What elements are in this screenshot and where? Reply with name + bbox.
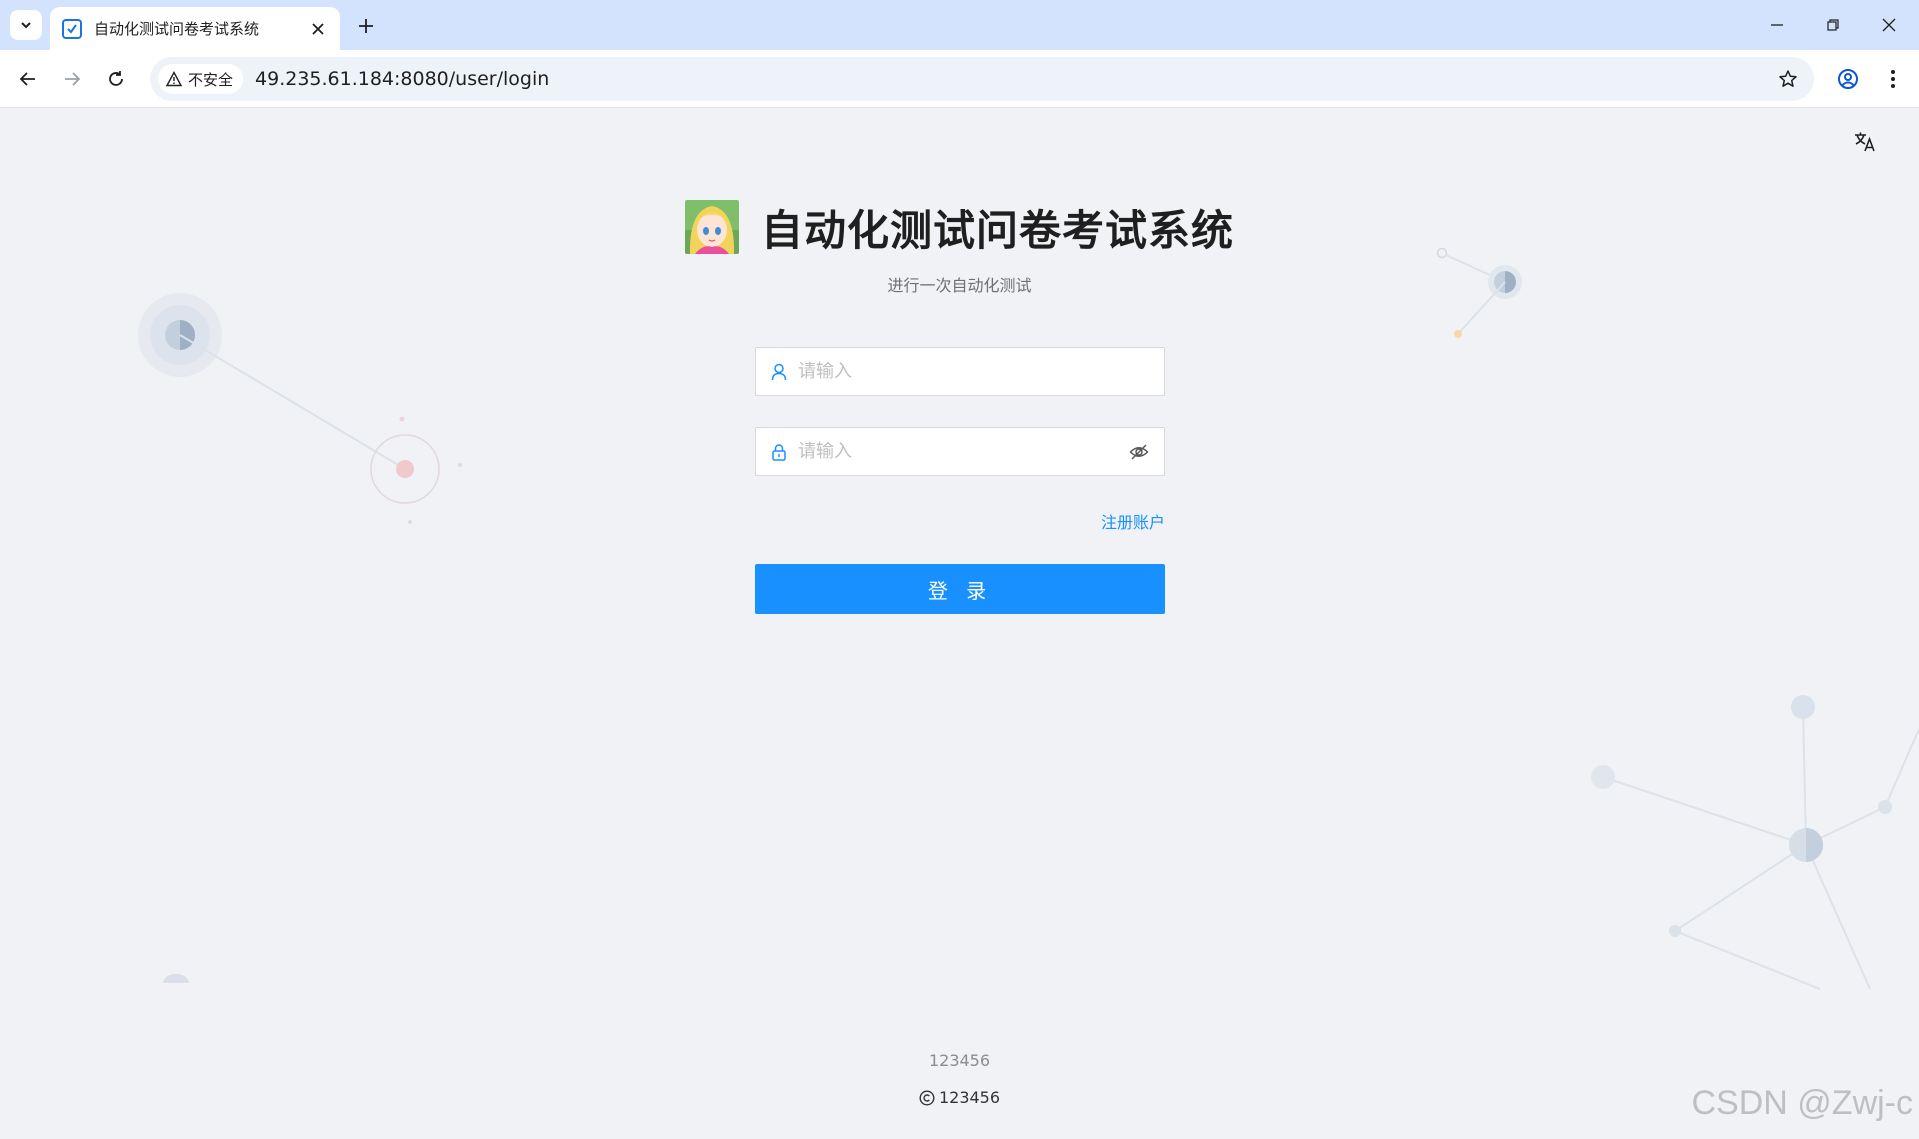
tab-title: 自动化测试问卷考试系统	[94, 20, 260, 38]
url-text[interactable]: 49.235.61.184:8080/user/login	[255, 68, 1772, 90]
page-subtitle: 进行一次自动化测试	[887, 276, 1032, 295]
page-title: 自动化测试问卷考试系统	[760, 205, 1234, 255]
restore-icon	[1827, 19, 1839, 31]
browser-tab-bar: 自动化测试问卷考试系统	[0, 0, 1919, 50]
minimize-button[interactable]	[1754, 8, 1800, 42]
footer-copyright: 123456	[0, 1088, 1919, 1107]
lock-icon	[770, 443, 788, 461]
password-input[interactable]	[796, 440, 1128, 463]
register-account-link[interactable]: 注册账户	[1050, 509, 1165, 533]
username-field[interactable]	[755, 347, 1165, 396]
more-vertical-icon	[1891, 70, 1895, 88]
login-header: 自动化测试问卷考试系统	[0, 197, 1919, 257]
star-icon	[1779, 70, 1797, 87]
tab-close-button[interactable]	[308, 19, 328, 39]
tab-search-button[interactable]	[10, 10, 42, 40]
browser-toolbar: 不安全 49.235.61.184:8080/user/login	[0, 50, 1919, 108]
user-icon	[770, 363, 788, 381]
close-icon	[312, 22, 324, 35]
login-button[interactable]: 登 录	[755, 564, 1165, 614]
plus-icon	[359, 19, 373, 33]
address-bar[interactable]: 不安全 49.235.61.184:8080/user/login	[150, 57, 1814, 101]
copyright-text: 123456	[938, 1088, 1001, 1107]
reload-icon	[109, 71, 123, 86]
security-label: 不安全	[188, 70, 234, 89]
reload-button[interactable]	[100, 63, 132, 95]
eye-invisible-icon[interactable]	[1128, 441, 1150, 463]
logo	[684, 200, 739, 254]
password-field[interactable]	[755, 427, 1165, 476]
arrow-right-icon	[65, 72, 81, 86]
new-tab-button[interactable]	[352, 12, 380, 40]
translate-icon	[1855, 132, 1875, 152]
restore-button[interactable]	[1810, 8, 1856, 42]
language-switch-button[interactable]	[1850, 127, 1880, 157]
security-chip[interactable]: 不安全	[158, 64, 244, 94]
minimize-icon	[1771, 24, 1783, 26]
checkbox-favicon-icon	[62, 18, 82, 39]
arrow-left-icon	[19, 72, 35, 86]
warning-icon	[166, 71, 182, 87]
forward-button[interactable]	[56, 63, 88, 95]
back-button[interactable]	[12, 63, 44, 95]
csdn-watermark: CSDN @Zwj-c	[1691, 1084, 1914, 1122]
background-decoration	[138, 247, 1919, 990]
chevron-down-icon	[21, 22, 31, 29]
browser-tab-active[interactable]: 自动化测试问卷考试系统	[50, 7, 340, 50]
page-viewport: 自动化测试问卷考试系统 进行一次自动化测试 注册账户 登 录 123456 12…	[0, 109, 1919, 1139]
username-input[interactable]	[796, 360, 1150, 383]
copyright-icon	[919, 1089, 935, 1106]
bookmark-star-button[interactable]	[1772, 63, 1804, 95]
browser-menu-button[interactable]	[1877, 63, 1909, 95]
window-close-button[interactable]	[1866, 8, 1912, 42]
anime-avatar-logo-icon	[684, 200, 739, 254]
account-circle-icon	[1838, 69, 1858, 89]
footer-links: 123456	[928, 1051, 991, 1070]
profile-button[interactable]	[1832, 63, 1864, 95]
close-icon	[1882, 18, 1896, 32]
